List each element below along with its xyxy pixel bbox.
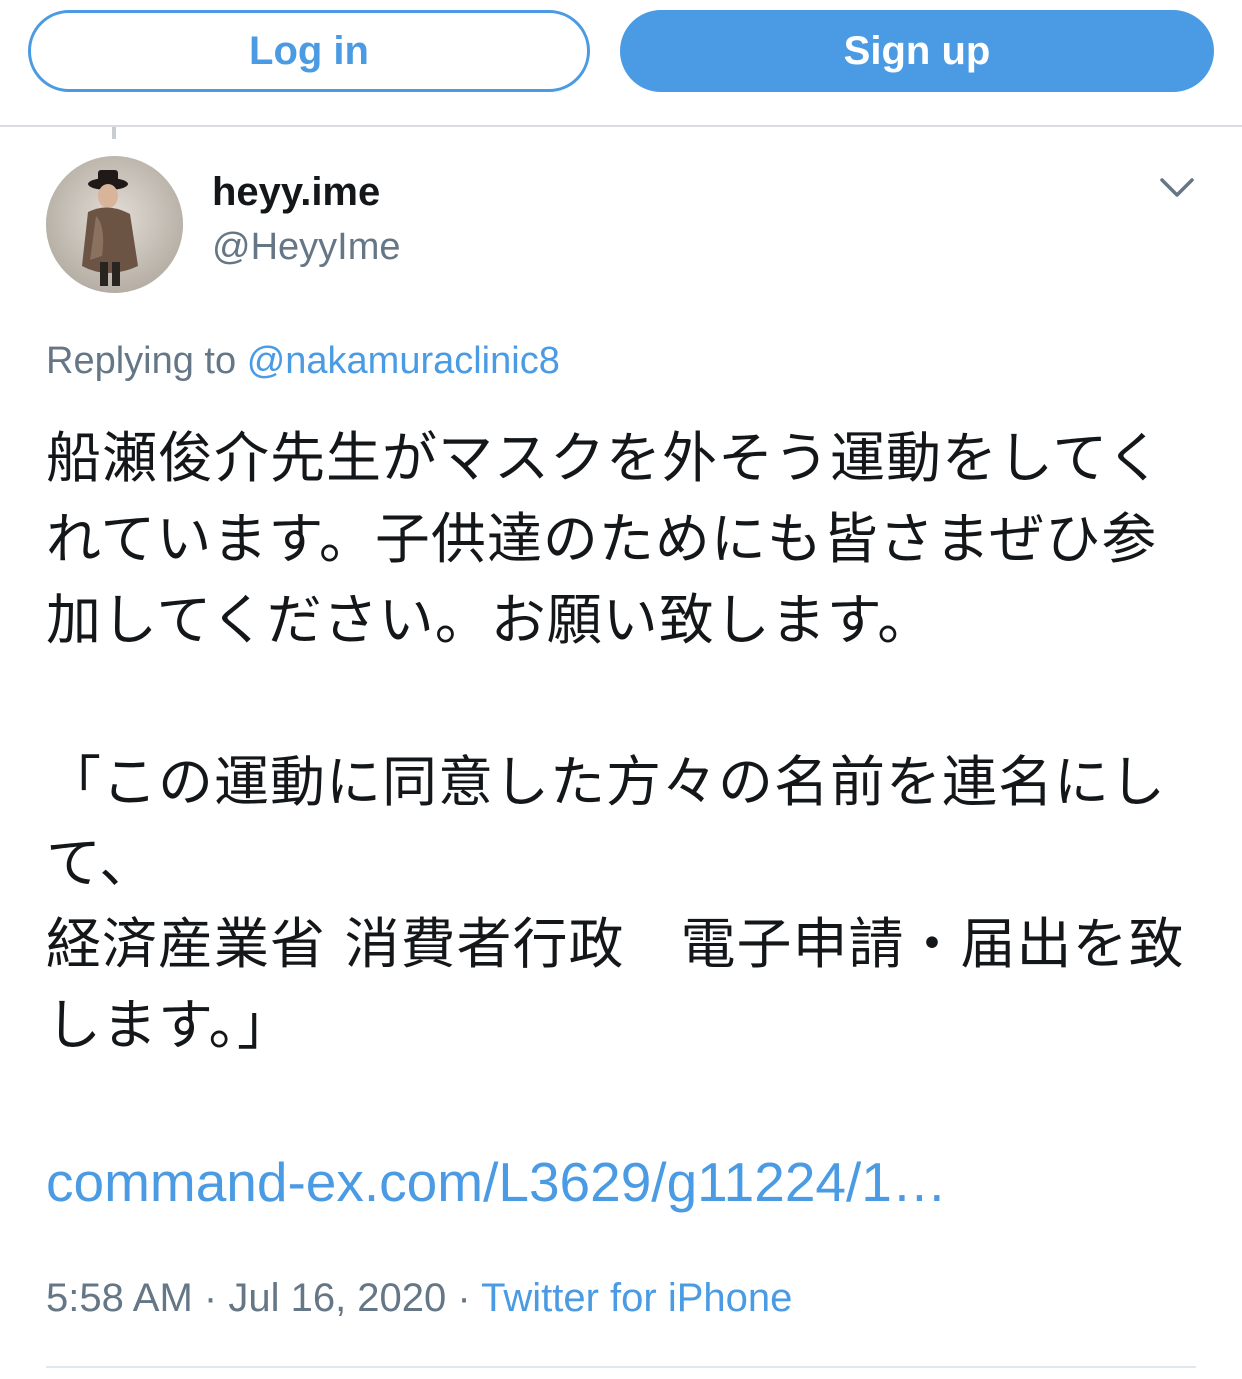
tweet-text: 船瀬俊介先生がマスクを外そう運動をしてくれています。子供達のためにも皆さまぜひ参… (46, 418, 1186, 1066)
meta-separator: · (457, 1276, 471, 1320)
tweet-paragraph-2: 「この運動に同意した方々の名前を連名にして、 経済産業省 消費者行政 電子申請・… (46, 750, 1185, 1057)
auth-bar: Log in Sign up (0, 0, 1242, 127)
tweet-source-link[interactable]: Twitter for iPhone (481, 1276, 792, 1320)
chevron-down-icon (1160, 178, 1194, 197)
login-button[interactable]: Log in (28, 10, 590, 92)
replying-prefix: Replying to (46, 340, 237, 382)
meta-separator: · (203, 1276, 218, 1320)
display-name[interactable]: heyy.ime (212, 170, 380, 215)
tweet-link[interactable]: command-ex.com/L3629/g11224/1… (46, 1150, 947, 1214)
user-handle[interactable]: @HeyyIme (212, 226, 401, 269)
avatar[interactable] (46, 156, 183, 293)
signup-button[interactable]: Sign up (620, 10, 1214, 92)
tweet-menu-button[interactable] (1154, 168, 1200, 208)
user-avatar-icon (46, 156, 183, 293)
thread-connector (112, 127, 116, 139)
replying-to-line: Replying to @nakamuraclinic8 (46, 340, 560, 383)
reply-mention-link[interactable]: @nakamuraclinic8 (247, 340, 560, 382)
tweet-paragraph-1: 船瀬俊介先生がマスクを外そう運動をしてくれています。子供達のためにも皆さまぜひ参… (46, 426, 1163, 652)
tweet-date[interactable]: Jul 16, 2020 (228, 1276, 446, 1320)
tweet-meta: 5:58 AM · Jul 16, 2020 · Twitter for iPh… (46, 1276, 792, 1321)
tweet-time[interactable]: 5:58 AM (46, 1276, 193, 1320)
divider (46, 1366, 1196, 1368)
